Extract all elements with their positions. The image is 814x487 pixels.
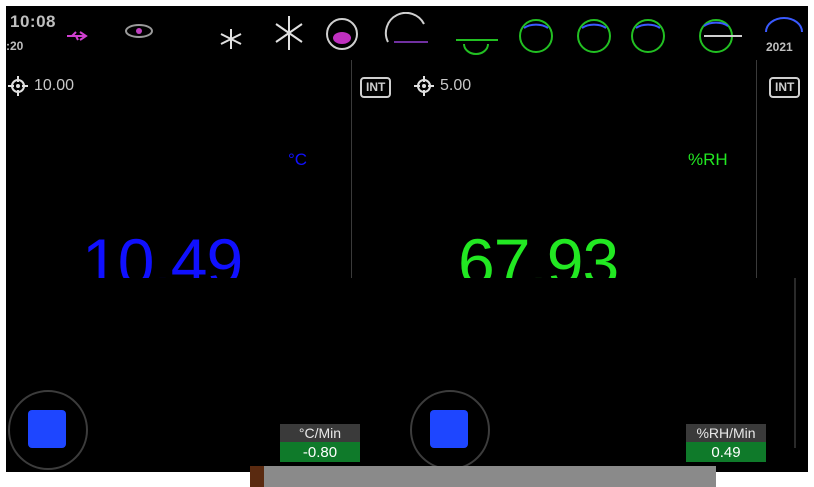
temperature-setpoint-value: 10.00	[34, 77, 75, 94]
heater-icon	[384, 12, 430, 52]
temperature-setpoint[interactable]: 10.00	[8, 76, 74, 96]
humidifier-icon	[514, 14, 558, 54]
bottom-strip	[0, 466, 802, 487]
temperature-rate: °C/Min -0.80	[280, 424, 360, 462]
control-area: °C/Min -0.80 %RH/Min 0.49	[6, 278, 808, 472]
bottom-bar	[264, 466, 716, 487]
clock-date: :20	[6, 39, 24, 53]
fan-icon	[322, 16, 364, 52]
humidity-stop-button[interactable]	[430, 410, 468, 448]
humidity-panel[interactable]: INT 5.00 %RH 67.93	[351, 60, 755, 299]
status-icon	[762, 14, 808, 34]
temperature-unit: °C	[288, 150, 308, 169]
target-icon	[8, 76, 28, 96]
extra-panel[interactable]: INT	[756, 60, 808, 278]
clock-date-right: 2021	[766, 40, 793, 54]
humidity-int-badge: INT	[360, 77, 392, 98]
temperature-control-dial[interactable]	[8, 390, 88, 470]
humidity-setpoint[interactable]: 5.00	[414, 76, 471, 96]
humidity-unit: %RH	[688, 150, 728, 169]
panel-divider	[794, 278, 796, 448]
target-icon	[414, 76, 434, 96]
extra-int-badge: INT	[769, 77, 801, 98]
status-bar: 10:08 :20 2021	[6, 6, 808, 60]
temperature-stop-button[interactable]	[28, 410, 66, 448]
humidity-rate-value: 0.49	[686, 442, 766, 462]
temperature-panel[interactable]: 10.00 °C 10.49	[6, 60, 349, 299]
humidifier-icon	[572, 14, 616, 54]
humidity-rate: %RH/Min 0.49	[686, 424, 766, 462]
controller-screen: 10:08 :20 2021 10.00 °C 10.49 INT 5.00 %…	[6, 6, 808, 472]
humidity-control-dial[interactable]	[410, 390, 490, 470]
humidity-rate-label: %RH/Min	[686, 424, 766, 442]
temperature-rate-value: -0.80	[280, 442, 360, 462]
temperature-rate-label: °C/Min	[280, 424, 360, 442]
humidifier-icon	[454, 22, 500, 58]
eye-icon	[124, 23, 154, 39]
level-icon	[690, 14, 744, 54]
snowflake-icon	[272, 14, 306, 52]
humidity-setpoint-value: 5.00	[440, 77, 472, 94]
humidifier-icon	[626, 14, 670, 54]
clock-time: 10:08	[10, 12, 56, 31]
usb-icon	[66, 30, 88, 42]
snowflake-icon	[214, 28, 248, 50]
bottom-divider	[250, 466, 264, 487]
